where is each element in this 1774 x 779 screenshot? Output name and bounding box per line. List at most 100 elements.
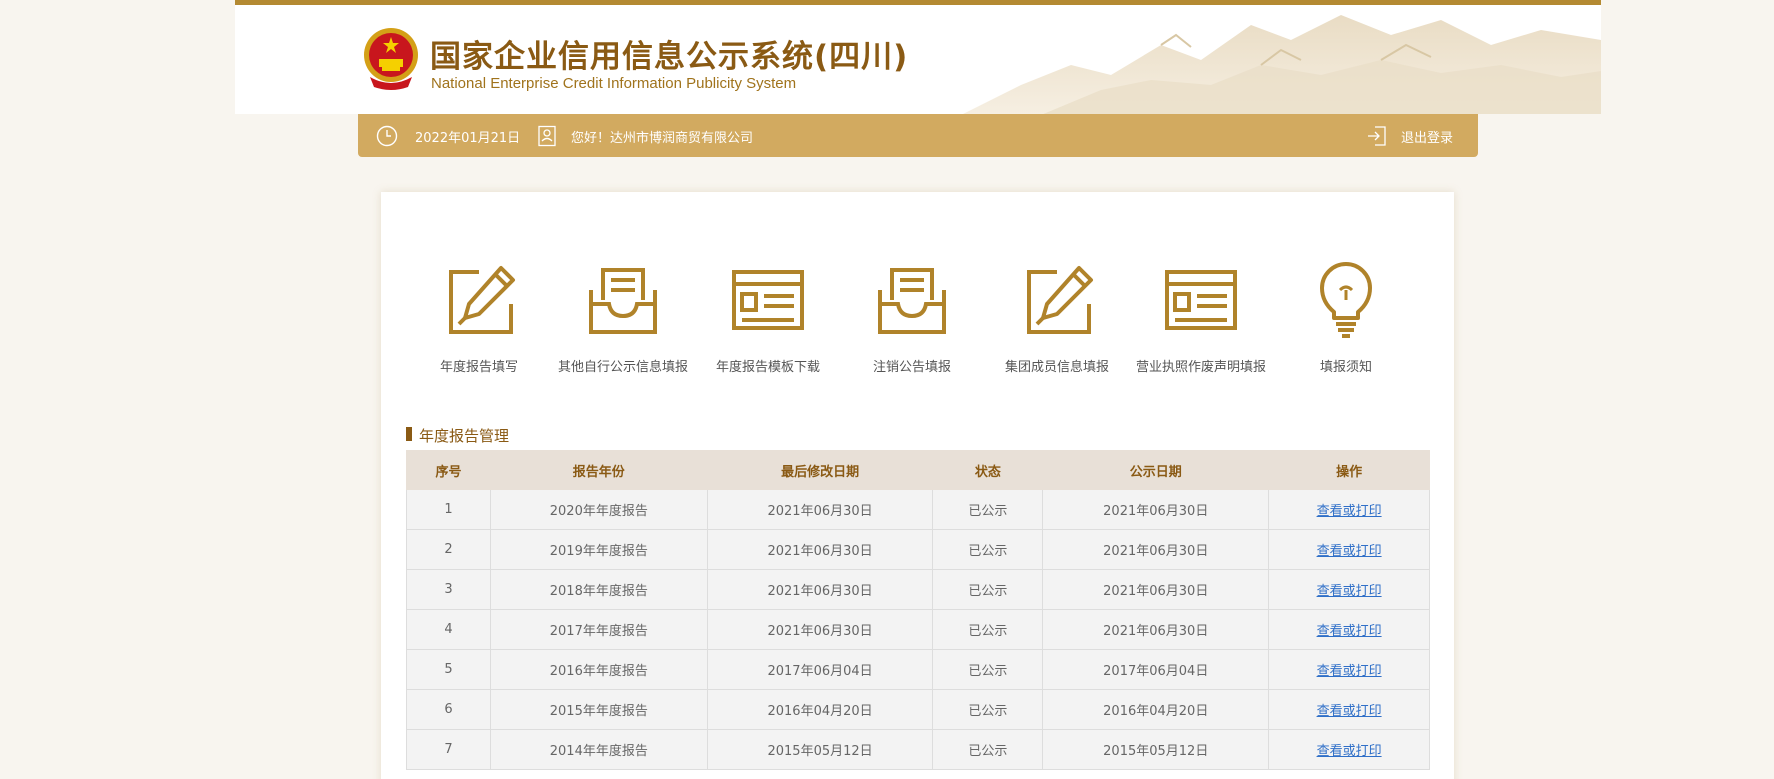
cell-status: 已公示 bbox=[932, 649, 1044, 690]
cell-action: 查看或打印 bbox=[1268, 729, 1430, 770]
edit-pencil-icon bbox=[449, 266, 515, 334]
column-header: 最后修改日期 bbox=[706, 450, 934, 490]
cell-publish-date: 2021年06月30日 bbox=[1042, 609, 1270, 650]
table-row: 3 2018年年度报告 2021年06月30日 已公示 2021年06月30日 … bbox=[406, 569, 1430, 610]
table-row: 7 2014年年度报告 2015年05月12日 已公示 2015年05月12日 … bbox=[406, 729, 1430, 770]
inbox-tray-icon bbox=[589, 268, 657, 334]
table-row: 6 2015年年度报告 2016年04月20日 已公示 2016年04月20日 … bbox=[406, 689, 1430, 730]
cell-publish-date: 2016年04月20日 bbox=[1042, 689, 1270, 730]
cell-last-modified: 2021年06月30日 bbox=[706, 529, 934, 570]
function-label: 年度报告填写 bbox=[439, 360, 518, 375]
site-subtitle: National Enterprise Credit Information P… bbox=[431, 75, 797, 92]
function-label: 集团成员信息填报 bbox=[1004, 360, 1109, 375]
cell-last-modified: 2021年06月30日 bbox=[706, 489, 934, 530]
cell-publish-date: 2015年05月12日 bbox=[1042, 729, 1270, 770]
cell-status: 已公示 bbox=[932, 569, 1044, 610]
report-template-download-button[interactable]: 年度报告模板下载 bbox=[693, 260, 843, 375]
cell-report-year: 2015年年度报告 bbox=[489, 689, 708, 730]
column-header: 操作 bbox=[1268, 450, 1430, 490]
view-print-link[interactable]: 查看或打印 bbox=[1317, 704, 1382, 719]
cell-report-year: 2019年年度报告 bbox=[489, 529, 708, 570]
cell-action: 查看或打印 bbox=[1268, 569, 1430, 610]
cell-index: 6 bbox=[406, 689, 491, 730]
cell-report-year: 2016年年度报告 bbox=[489, 649, 708, 690]
main-panel: 年度报告填写 其他自行公示信息填报 年度报告模板下载 注销公告填报 集团成员信息… bbox=[381, 192, 1454, 779]
section-title-marker bbox=[406, 427, 412, 441]
cell-publish-date: 2017年06月04日 bbox=[1042, 649, 1270, 690]
license-void-statement-fill-button[interactable]: 营业执照作废声明填报 bbox=[1126, 260, 1276, 375]
inbox-tray-icon bbox=[878, 268, 946, 334]
user-greeting: 您好！达州市博润商贸有限公司 bbox=[571, 131, 754, 146]
cell-index: 1 bbox=[406, 489, 491, 530]
cell-status: 已公示 bbox=[932, 729, 1044, 770]
mountain-landscape-decoration bbox=[963, 15, 1601, 114]
logout-icon[interactable] bbox=[1366, 125, 1388, 147]
table-row: 2 2019年年度报告 2021年06月30日 已公示 2021年06月30日 … bbox=[406, 529, 1430, 570]
view-print-link[interactable]: 查看或打印 bbox=[1317, 624, 1382, 639]
cell-report-year: 2014年年度报告 bbox=[489, 729, 708, 770]
function-label: 年度报告模板下载 bbox=[715, 360, 820, 375]
column-header: 报告年份 bbox=[489, 450, 708, 490]
deregistration-notice-fill-button[interactable]: 注销公告填报 bbox=[837, 260, 987, 375]
cell-last-modified: 2021年06月30日 bbox=[706, 569, 934, 610]
template-form-icon bbox=[732, 270, 804, 330]
current-date: 2022年01月21日 bbox=[415, 131, 521, 146]
cell-publish-date: 2021年06月30日 bbox=[1042, 569, 1270, 610]
site-title: 国家企业信用信息公示系统(四川) bbox=[430, 39, 909, 75]
other-disclosure-fill-button[interactable]: 其他自行公示信息填报 bbox=[548, 260, 698, 375]
column-header: 状态 bbox=[932, 450, 1044, 490]
view-print-link[interactable]: 查看或打印 bbox=[1317, 504, 1382, 519]
lightbulb-icon bbox=[1320, 262, 1372, 338]
function-label: 其他自行公示信息填报 bbox=[557, 360, 688, 375]
cell-index: 5 bbox=[406, 649, 491, 690]
site-header: 国家企业信用信息公示系统(四川) National Enterprise Cre… bbox=[235, 0, 1601, 114]
view-print-link[interactable]: 查看或打印 bbox=[1317, 544, 1382, 559]
template-form-icon bbox=[1165, 270, 1237, 330]
cell-action: 查看或打印 bbox=[1268, 529, 1430, 570]
user-profile-icon bbox=[538, 125, 556, 147]
cell-publish-date: 2021年06月30日 bbox=[1042, 489, 1270, 530]
annual-report-table: 序号 报告年份 最后修改日期 状态 公示日期 操作 1 2020年年度报告 20… bbox=[406, 450, 1430, 770]
section-title-text: 年度报告管理 bbox=[419, 427, 510, 445]
clock-icon bbox=[376, 125, 398, 147]
cell-report-year: 2018年年度报告 bbox=[489, 569, 708, 610]
cell-report-year: 2017年年度报告 bbox=[489, 609, 708, 650]
cell-status: 已公示 bbox=[932, 489, 1044, 530]
cell-index: 3 bbox=[406, 569, 491, 610]
annual-report-fill-button[interactable]: 年度报告填写 bbox=[404, 260, 554, 375]
cell-last-modified: 2016年04月20日 bbox=[706, 689, 934, 730]
national-emblem-logo bbox=[364, 28, 418, 90]
filing-instructions-button[interactable]: 填报须知 bbox=[1271, 260, 1421, 375]
cell-status: 已公示 bbox=[932, 529, 1044, 570]
section-title: 年度报告管理 bbox=[406, 425, 509, 446]
view-print-link[interactable]: 查看或打印 bbox=[1317, 664, 1382, 679]
group-member-info-fill-button[interactable]: 集团成员信息填报 bbox=[982, 260, 1132, 375]
cell-index: 7 bbox=[406, 729, 491, 770]
view-print-link[interactable]: 查看或打印 bbox=[1317, 584, 1382, 599]
cell-publish-date: 2021年06月30日 bbox=[1042, 529, 1270, 570]
table-row: 5 2016年年度报告 2017年06月04日 已公示 2017年06月04日 … bbox=[406, 649, 1430, 690]
cell-action: 查看或打印 bbox=[1268, 489, 1430, 530]
cell-last-modified: 2017年06月04日 bbox=[706, 649, 934, 690]
cell-action: 查看或打印 bbox=[1268, 689, 1430, 730]
table-row: 1 2020年年度报告 2021年06月30日 已公示 2021年06月30日 … bbox=[406, 489, 1430, 530]
cell-status: 已公示 bbox=[932, 609, 1044, 650]
column-header: 序号 bbox=[406, 450, 491, 490]
cell-action: 查看或打印 bbox=[1268, 609, 1430, 650]
view-print-link[interactable]: 查看或打印 bbox=[1317, 744, 1382, 759]
function-label: 填报须知 bbox=[1319, 360, 1372, 375]
cell-last-modified: 2015年05月12日 bbox=[706, 729, 934, 770]
cell-status: 已公示 bbox=[932, 689, 1044, 730]
function-label: 注销公告填报 bbox=[872, 360, 951, 375]
logout-link[interactable]: 退出登录 bbox=[1401, 127, 1453, 146]
table-header-row: 序号 报告年份 最后修改日期 状态 公示日期 操作 bbox=[406, 450, 1430, 490]
column-header: 公示日期 bbox=[1042, 450, 1270, 490]
cell-action: 查看或打印 bbox=[1268, 649, 1430, 690]
cell-index: 4 bbox=[406, 609, 491, 650]
user-bar: 2022年01月21日 您好！达州市博润商贸有限公司 退出登录 bbox=[358, 114, 1478, 157]
table-row: 4 2017年年度报告 2021年06月30日 已公示 2021年06月30日 … bbox=[406, 609, 1430, 650]
cell-index: 2 bbox=[406, 529, 491, 570]
function-label: 营业执照作废声明填报 bbox=[1135, 360, 1266, 375]
cell-last-modified: 2021年06月30日 bbox=[706, 609, 934, 650]
cell-report-year: 2020年年度报告 bbox=[489, 489, 708, 530]
